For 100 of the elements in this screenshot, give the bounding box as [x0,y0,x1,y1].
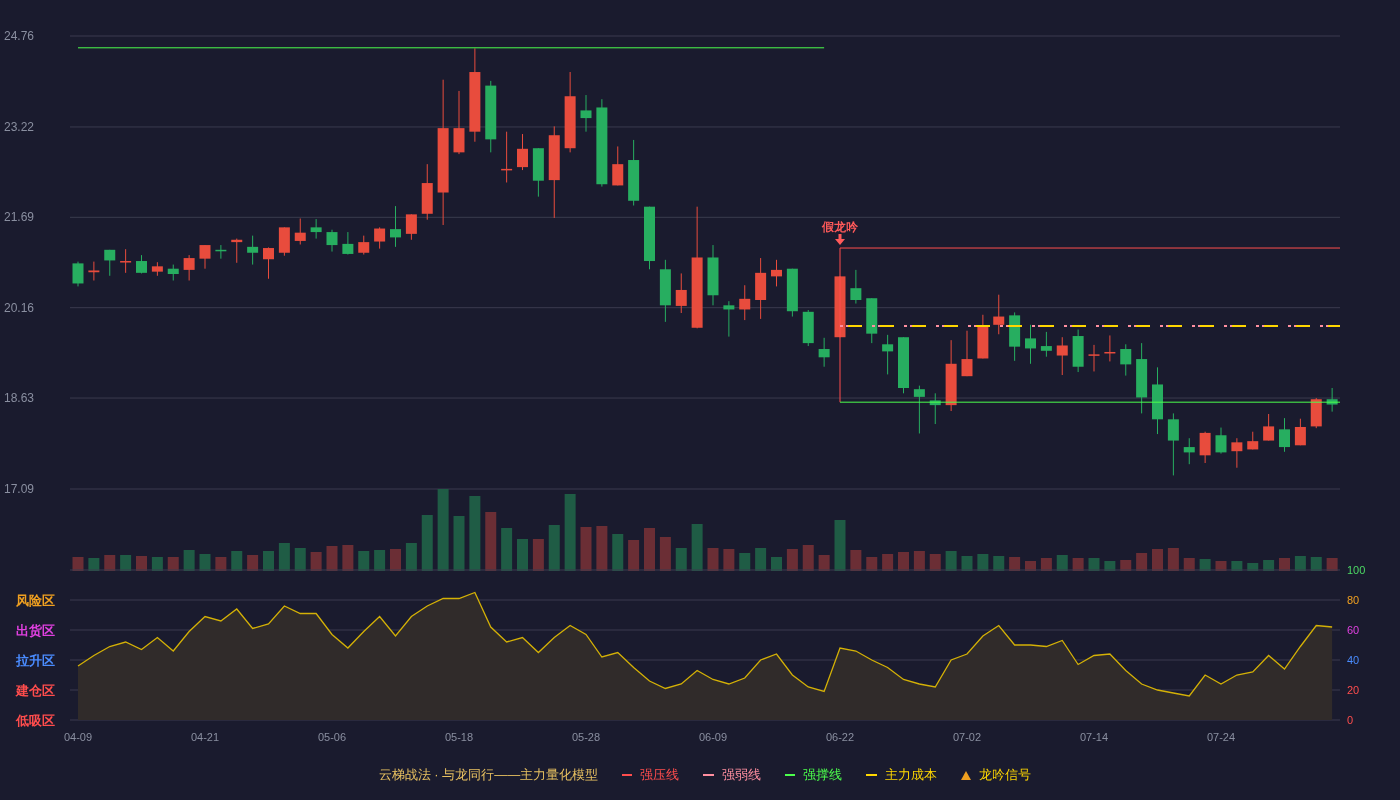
down-arrow-icon [835,234,845,246]
candlestick [405,213,417,241]
candlestick [802,309,814,347]
candlestick [1152,366,1163,435]
zone-label: 建仓区 [16,683,55,698]
candlestick [1072,329,1084,373]
candlestick [739,284,751,321]
candlestick [1263,413,1275,442]
candlestick [1009,311,1021,362]
candlestick [342,231,354,256]
candlestick [1056,336,1068,376]
candlestick [993,294,1005,335]
axis-label: 23.22 [4,119,35,134]
axis-label: 20.16 [4,300,35,315]
candlestick [675,272,687,314]
candlestick [1326,387,1338,413]
candlestick [278,226,290,257]
candlestick [850,269,862,305]
candlestick [612,145,624,186]
candlestick [326,229,338,253]
candlestick [151,261,163,277]
candlestick [898,336,909,394]
candlestick [1294,418,1306,446]
axis-label: 06-22 [825,731,855,743]
candlestick [707,244,719,306]
candlestick [1310,397,1322,429]
candlestick [628,139,640,206]
candlestick [294,218,306,245]
candlestick [1025,324,1036,365]
candlestick [1279,417,1290,453]
candlestick [1231,437,1243,469]
axis-label: 18.63 [4,391,35,406]
candlestick [104,249,116,277]
candlestick [310,218,322,240]
candlestick [1183,437,1195,465]
candlestick [358,235,370,256]
candlestick [834,275,846,338]
axis-label: 21.69 [4,210,35,225]
axis-label: 60 [1347,624,1360,636]
candlestick [517,133,528,171]
signal-label: 假龙吟 [822,220,858,235]
candlestick [818,337,830,368]
candlestick [977,314,989,359]
candlestick [231,238,243,264]
candlestick [659,259,671,323]
candlestick [866,297,878,344]
axis-label: 07-02 [952,731,982,743]
axis-label: 04-09 [63,731,93,743]
axis-label: 05-06 [317,731,347,743]
zone-label: 低吸区 [16,713,55,728]
candlestick [882,334,894,375]
axis-label: 100 [1347,564,1366,576]
axis-label: 06-09 [698,731,728,743]
legend-label: 强弱线 [722,766,762,785]
candlestick [199,244,211,270]
candlestick [167,264,179,281]
axis-label: 24.76 [4,29,35,43]
candlestick [247,235,259,266]
candlestick [1215,427,1227,455]
axis-label: 05-28 [571,731,601,743]
legend-label: 龙吟信号 [979,766,1032,785]
candlestick [215,244,227,260]
candlestick [580,94,592,133]
legend-label: 强压线 [640,766,680,785]
candlestick [1120,343,1132,377]
zone-label: 风险区 [16,593,55,608]
candlestick [532,147,544,198]
axis-label: 07-14 [1079,731,1109,743]
candlestick [644,206,655,270]
candlestick [961,330,973,377]
axis-label: 17.09 [4,482,35,496]
zone-label: 拉升区 [16,653,55,668]
candlestick [136,254,147,274]
legend-label: 主力成本 [885,766,938,785]
candlestick [1136,342,1148,414]
legend-title: 云梯战法 · 与龙同行——主力量化模型 [378,766,599,785]
axis-label: 04-21 [190,731,220,743]
candlestick [755,257,767,320]
candlestick [1247,431,1259,450]
candlestick [183,254,195,281]
candlestick [1040,331,1052,358]
candlestick [72,261,84,287]
axis-label: 20 [1347,684,1360,696]
candlestick [390,205,401,248]
axis-label: 05-18 [444,731,474,743]
legend-label: 强撑线 [803,766,843,785]
axis-label: 0 [1347,714,1354,726]
candlestick [263,246,274,280]
candlestick [374,226,386,250]
candlestick [120,248,132,274]
candlestick [913,385,925,434]
candlestick [421,163,433,221]
axis-label: 40 [1347,654,1360,666]
candlestick [88,261,100,281]
zone-label: 出货区 [16,623,55,638]
candlestick [453,90,465,155]
candlestick [1104,334,1116,362]
candlestick [501,131,513,183]
axis-label: 07-24 [1206,731,1236,743]
candlestick [786,268,798,318]
